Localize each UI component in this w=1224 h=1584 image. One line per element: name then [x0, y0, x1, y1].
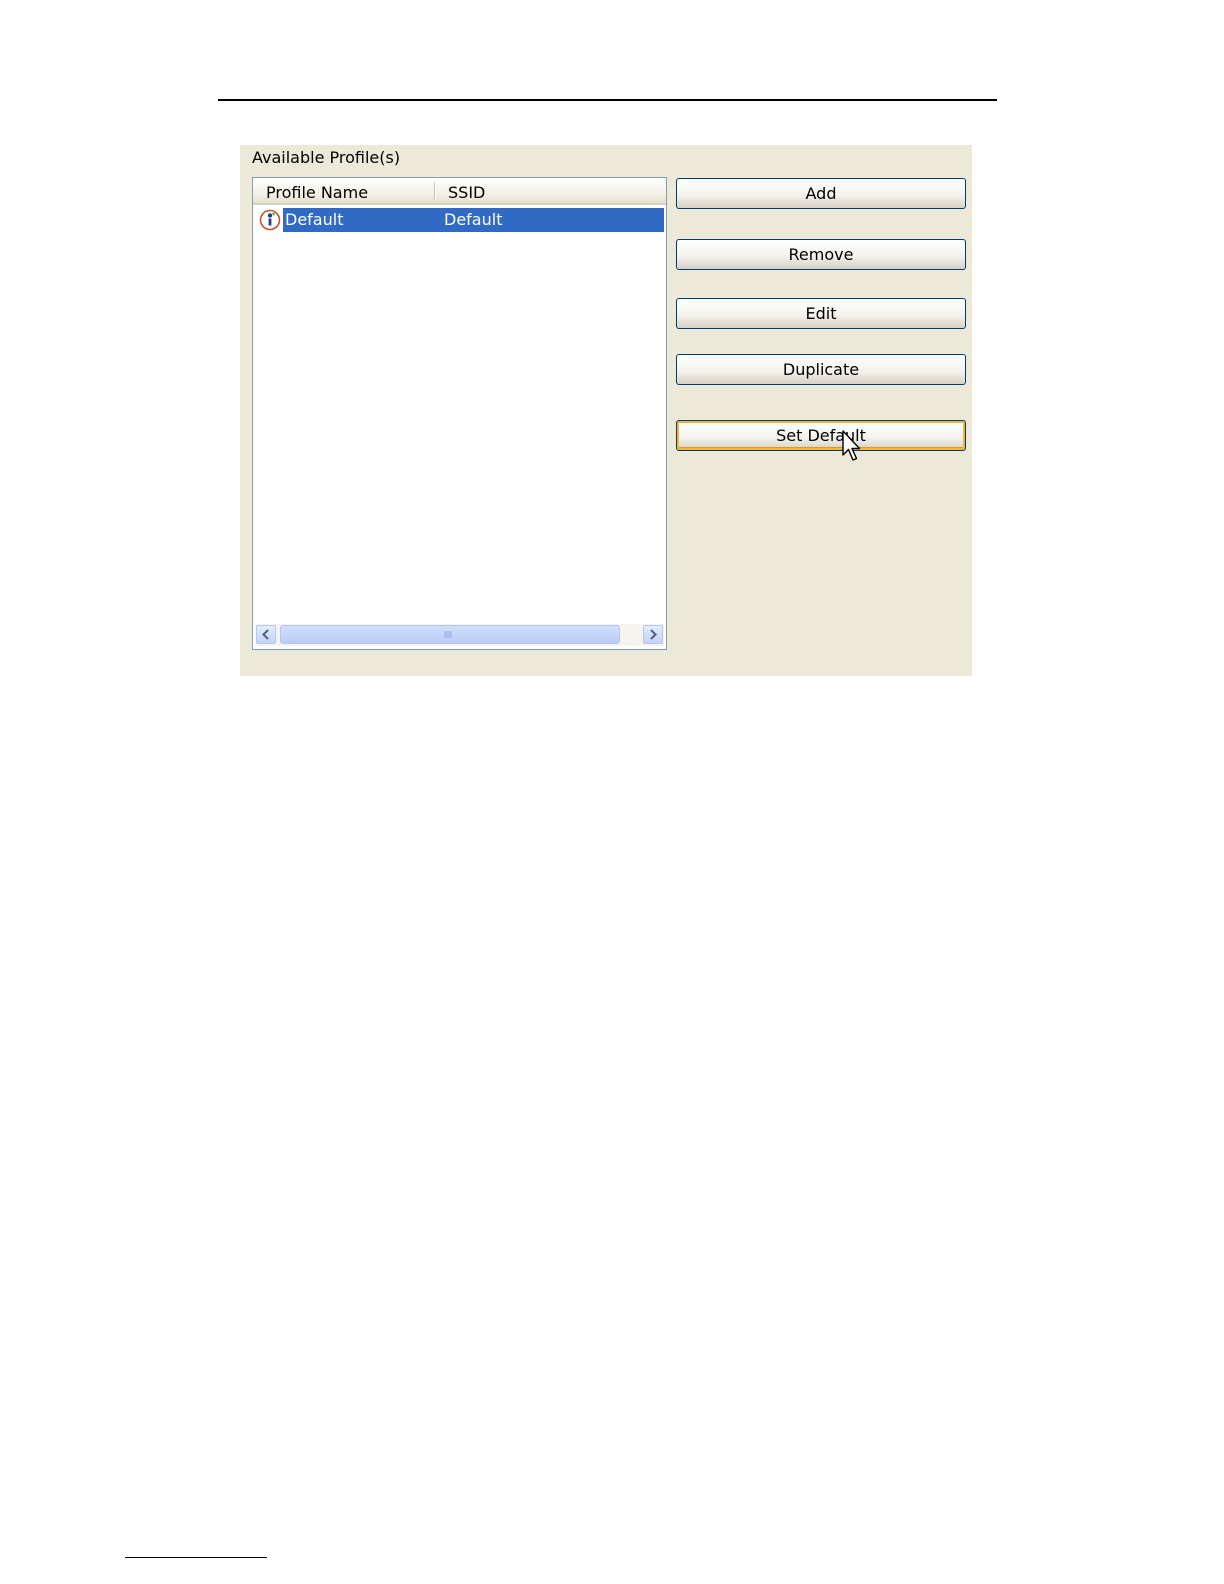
- column-header-profile-name[interactable]: Profile Name: [266, 183, 368, 202]
- edit-button[interactable]: Edit: [676, 298, 966, 329]
- profiles-list[interactable]: Profile Name SSID Default Default: [252, 177, 667, 650]
- scroll-left-button[interactable]: [256, 625, 276, 644]
- available-profiles-title: Available Profile(s): [252, 148, 401, 167]
- list-header: Profile Name SSID: [253, 178, 666, 205]
- ssid-cell: Default: [444, 210, 503, 229]
- scroll-right-button[interactable]: [643, 625, 663, 644]
- add-button[interactable]: Add: [676, 178, 966, 209]
- grip-icon: [444, 631, 452, 638]
- footnote-rule: [125, 1557, 267, 1558]
- list-item[interactable]: Default Default: [255, 208, 664, 232]
- column-header-ssid[interactable]: SSID: [448, 183, 485, 202]
- horizontal-scrollbar[interactable]: [255, 624, 664, 646]
- chevron-right-icon: [650, 629, 657, 640]
- profiles-panel: Available Profile(s) Profile Name SSID D…: [240, 145, 972, 676]
- column-separator[interactable]: [434, 182, 435, 201]
- set-default-button[interactable]: Set Default: [676, 420, 966, 451]
- duplicate-button[interactable]: Duplicate: [676, 354, 966, 385]
- page-top-rule: [218, 99, 997, 101]
- chevron-left-icon: [262, 629, 269, 640]
- profile-name-cell: Default: [285, 210, 344, 229]
- default-profile-icon: [259, 209, 281, 231]
- mouse-pointer-icon: [842, 430, 861, 461]
- scrollbar-thumb[interactable]: [280, 625, 620, 644]
- remove-button[interactable]: Remove: [676, 239, 966, 270]
